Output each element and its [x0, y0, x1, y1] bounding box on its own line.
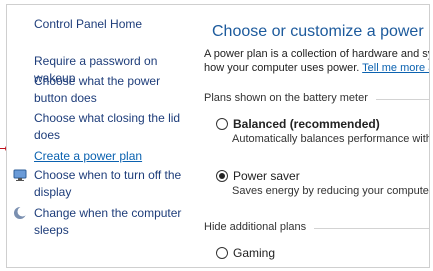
nav-closing-lid[interactable]: Choose what closing the lid does — [34, 110, 184, 144]
nav-create-power-plan[interactable]: Create a power plan — [34, 148, 184, 165]
nav-computer-sleeps[interactable]: Change when the computer sleeps — [34, 205, 184, 239]
plan-balanced[interactable]: Balanced (recommended) — [216, 115, 380, 133]
balanced-label: Balanced (recommended) — [233, 116, 380, 131]
display-icon — [13, 169, 27, 181]
control-panel-home-link[interactable]: Control Panel Home — [34, 17, 142, 31]
plan-power-saver[interactable]: Power saver — [216, 167, 300, 185]
power-saver-description: Saves energy by reducing your computer — [232, 185, 430, 197]
nav-turn-off-display[interactable]: Choose when to turn off the display — [34, 167, 184, 201]
hide-plans-heading[interactable]: Hide additional plans — [204, 221, 429, 233]
tell-me-more-link[interactable]: Tell me more a — [362, 62, 429, 74]
nav-power-button[interactable]: Choose what the power button does — [34, 73, 184, 107]
balanced-description: Automatically balances performance with — [232, 133, 430, 145]
moon-icon — [14, 206, 27, 219]
gaming-radio[interactable] — [216, 246, 228, 259]
description-line-1: A power plan is a collection of hardware… — [204, 48, 430, 60]
left-navigation-pane: Control Panel Home Require a password on… — [7, 5, 202, 267]
page-title: Choose or customize a power plan — [212, 23, 429, 40]
power-saver-label: Power saver — [233, 168, 300, 183]
balanced-radio[interactable] — [216, 117, 228, 130]
page-description: A power plan is a collection of hardware… — [204, 47, 430, 75]
power-options-window: Control Panel Home Require a password on… — [6, 4, 430, 268]
battery-meter-heading: Plans shown on the battery meter — [204, 92, 429, 104]
power-saver-radio[interactable] — [216, 169, 228, 182]
gaming-label: Gaming — [233, 245, 276, 260]
description-line-2: how your computer uses power. — [204, 62, 363, 74]
main-content: Choose or customize a power plan A power… — [204, 5, 429, 267]
plan-gaming[interactable]: Gaming — [216, 244, 275, 262]
